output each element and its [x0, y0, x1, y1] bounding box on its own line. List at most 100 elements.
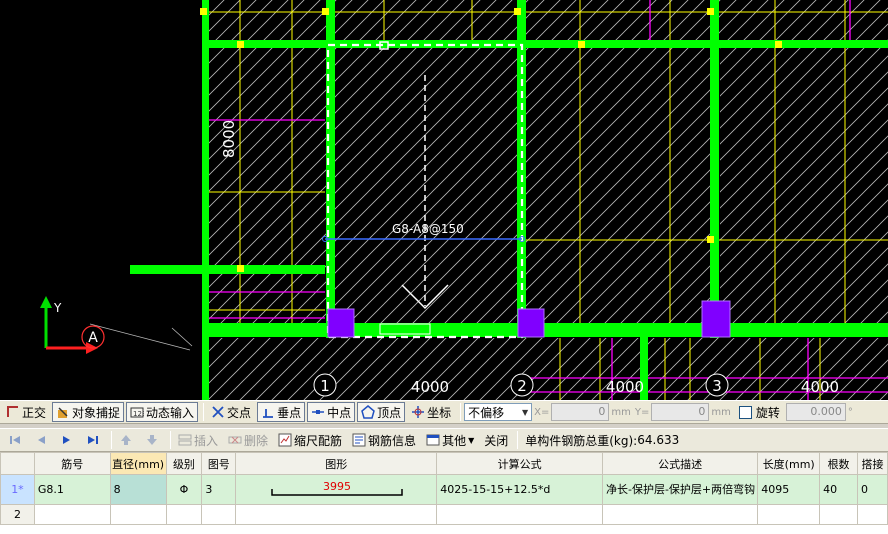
column-header[interactable]: 根数: [819, 452, 859, 475]
ortho-label: 正交: [22, 405, 47, 420]
rebar-info-icon: [352, 433, 366, 447]
shape-cell[interactable]: 3995: [235, 474, 438, 505]
scale-rebar-button[interactable]: 缩尺配筋: [274, 430, 346, 450]
close-button[interactable]: 关闭: [480, 430, 512, 450]
dynamic-input-label: 动态输入: [146, 405, 195, 420]
cad-canvas[interactable]: G8-A8@150 8000 1 2 3 4000 4000 4000 Y A: [0, 0, 888, 400]
dynamic-input-icon: 123: [130, 405, 146, 419]
object-snap-button[interactable]: 对象捕捉: [52, 402, 125, 422]
vertex-label: 顶点: [377, 405, 402, 420]
scale-rebar-icon: [278, 433, 292, 447]
y-unit: mm: [711, 406, 731, 418]
rebar-table-panel: 筋号 直径(mm) 级别 图号 图形 计算公式 公式描述 长度(mm) 根数 搭…: [0, 452, 888, 534]
table-header-row: 筋号 直径(mm) 级别 图号 图形 计算公式 公式描述 长度(mm) 根数 搭…: [0, 452, 888, 475]
count-cell[interactable]: 40: [819, 474, 859, 505]
ucs-y-label: Y: [53, 301, 62, 315]
other-menu-button[interactable]: 其他 ▼: [422, 430, 478, 450]
rotate-checkbox[interactable]: [738, 405, 752, 419]
cad-drawing[interactable]: G8-A8@150 8000 1 2 3 4000 4000 4000 Y A: [0, 0, 888, 400]
formula-cell[interactable]: [436, 504, 603, 525]
count-cell[interactable]: [819, 504, 859, 525]
delete-row-icon: [228, 433, 242, 447]
last-icon: [86, 433, 100, 447]
previous-record-button[interactable]: [30, 430, 54, 450]
y-label: Y=: [634, 406, 650, 418]
column-header[interactable]: 搭接: [857, 452, 888, 475]
rebar-table: 筋号 直径(mm) 级别 图号 图形 计算公式 公式描述 长度(mm) 根数 搭…: [0, 452, 888, 525]
length-cell[interactable]: 4095: [757, 474, 821, 505]
intersection-icon: [211, 405, 225, 419]
rotate-input[interactable]: 0.000: [785, 403, 846, 421]
column-header[interactable]: 图形: [235, 452, 438, 475]
next-icon: [60, 433, 74, 447]
rebar-shape-graphic: 3995: [271, 480, 403, 496]
last-record-button[interactable]: [82, 430, 106, 450]
lap-cell[interactable]: 0: [857, 474, 888, 505]
diameter-cell[interactable]: 8: [109, 474, 167, 505]
length-cell[interactable]: [757, 504, 821, 525]
row-index[interactable]: 2: [0, 504, 35, 525]
midpoint-button[interactable]: 中点: [307, 402, 356, 422]
grade-cell[interactable]: Φ: [165, 474, 203, 505]
total-weight-value: 64.633: [637, 433, 680, 447]
intersection-label: 交点: [227, 405, 252, 420]
x-input[interactable]: 0: [551, 403, 610, 421]
column-header[interactable]: 筋号: [33, 452, 111, 475]
total-weight-label: 单构件钢筋总重(kg):: [525, 433, 638, 448]
slab-hatch: [205, 0, 888, 400]
table-row[interactable]: 1* G8.1 8 Φ 3 3995 4025-15-15+12.5*d 净长-…: [0, 474, 888, 505]
rebar-info-button[interactable]: 钢筋信息: [348, 430, 420, 450]
bar-no-cell[interactable]: G8.1: [33, 474, 111, 505]
column-header[interactable]: 公式描述: [601, 452, 759, 475]
description-cell[interactable]: 净长-保护层-保护层+两倍弯钩: [601, 474, 759, 505]
rebar-edit-toolbar: 插入 删除 缩尺配筋 钢筋信息 其他 ▼ 关闭 单构件钢筋总重(kg): 64.…: [0, 428, 888, 452]
dynamic-input-button[interactable]: 123 动态输入: [126, 402, 199, 422]
column-header[interactable]: 图号: [201, 452, 237, 475]
insert-button[interactable]: 插入: [174, 430, 222, 450]
move-down-button[interactable]: [141, 430, 165, 450]
shape-no-cell[interactable]: [201, 504, 237, 525]
shape-cell[interactable]: [235, 504, 438, 525]
column-header[interactable]: 计算公式: [436, 452, 603, 475]
toolbar-separator: [460, 403, 462, 421]
column-header[interactable]: 长度(mm): [757, 452, 821, 475]
first-record-button[interactable]: [4, 430, 28, 450]
lap-cell[interactable]: [857, 504, 888, 525]
formula-cell[interactable]: 4025-15-15+12.5*d: [436, 474, 603, 505]
delete-button[interactable]: 删除: [224, 430, 272, 450]
row-index[interactable]: 1*: [0, 474, 35, 505]
vertex-icon: [361, 405, 375, 419]
vertex-button[interactable]: 顶点: [357, 402, 406, 422]
axis-label-3: 3: [712, 377, 722, 395]
row-index-header: [0, 452, 35, 475]
bar-no-cell[interactable]: [33, 504, 111, 525]
ortho-icon: [6, 405, 20, 419]
grade-cell[interactable]: [165, 504, 203, 525]
toolbar-separator: [111, 431, 112, 449]
shape-no-cell[interactable]: 3: [201, 474, 237, 505]
intersection-button[interactable]: 交点: [207, 402, 255, 422]
table-row[interactable]: 2: [0, 504, 888, 525]
ortho-button[interactable]: 正交: [2, 402, 50, 422]
toolbar-separator: [517, 431, 519, 449]
first-icon: [8, 433, 22, 447]
insert-row-icon: [178, 433, 192, 447]
move-up-button[interactable]: [115, 430, 139, 450]
y-input[interactable]: 0: [651, 403, 710, 421]
ucs-origin-label: A: [88, 330, 98, 346]
svg-text:123: 123: [133, 410, 144, 418]
arrow-up-icon: [119, 433, 133, 447]
column-header[interactable]: 级别: [165, 452, 203, 475]
next-record-button[interactable]: [56, 430, 80, 450]
insert-label: 插入: [194, 433, 219, 448]
axis-label-2: 2: [517, 377, 527, 395]
coordinate-button[interactable]: 坐标: [407, 402, 455, 422]
perpendicular-label: 垂点: [277, 405, 302, 420]
rotate-label: 旋转: [755, 405, 780, 420]
perpendicular-button[interactable]: 垂点: [257, 402, 306, 422]
offset-mode-select[interactable]: 不偏移 ▼: [464, 403, 533, 421]
midpoint-icon: [311, 405, 325, 419]
diameter-cell[interactable]: [109, 504, 167, 525]
description-cell[interactable]: [601, 504, 759, 525]
column-header[interactable]: 直径(mm): [109, 452, 167, 475]
